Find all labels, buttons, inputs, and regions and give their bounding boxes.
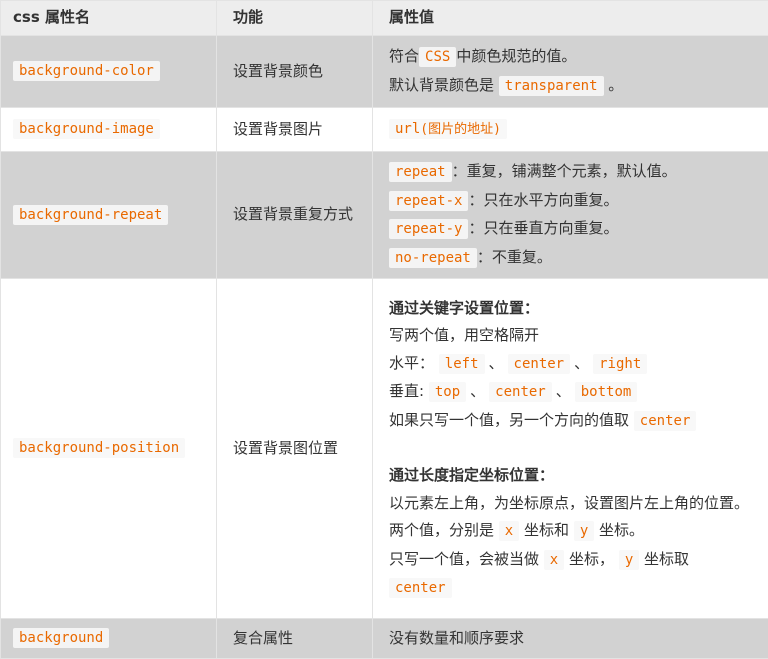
value-cell: 符合 CSS 中颜色规范的值。 默认背景颜色是 transparent 。 xyxy=(372,35,768,108)
property-name: background-image xyxy=(13,119,160,140)
repeat-option: repeat-x ：只在水平方向重复。 xyxy=(389,187,752,216)
value-cell: repeat ：重复，铺满整个元素，默认值。 repeat-x ：只在水平方向重复。… xyxy=(372,151,768,279)
transparent-code: transparent xyxy=(498,75,604,96)
table-row: background-repeat 设置背景重复方式 repeat ：重复，铺满整… xyxy=(0,151,768,279)
table-row: background 复合属性 没有数量和顺序要求 xyxy=(0,618,768,659)
property-name-cell: background xyxy=(0,618,217,659)
table-row: background-color 设置背景颜色 符合 CSS 中颜色规范的值。 默认… xyxy=(0,35,768,108)
function-cell: 设置背景重复方式 xyxy=(216,151,373,279)
table-header-row: css 属性名 功能 属性值 xyxy=(0,0,768,36)
value-cell: 通过关键字设置位置： 写两个值，用空格隔开 水平： left、 center、 ri… xyxy=(372,278,768,619)
function-cell: 设置背景图片 xyxy=(216,107,373,152)
css-code: CSS xyxy=(419,47,457,67)
table-row: background-image 设置背景图片 url(图片的地址) xyxy=(0,107,768,152)
keyword-section-title: 通过关键字设置位置： xyxy=(389,298,540,317)
property-name: background-position xyxy=(13,438,186,459)
header-property-name: css 属性名 xyxy=(0,0,217,36)
property-name: background-repeat xyxy=(13,204,169,225)
value-cell: url(图片的地址) xyxy=(372,107,768,152)
repeat-option: repeat ：重复，铺满整个元素，默认值。 xyxy=(389,158,752,187)
length-section-title: 通过长度指定坐标位置： xyxy=(389,466,555,484)
repeat-option: no-repeat ：不重复。 xyxy=(389,244,752,273)
css-background-properties-table: css 属性名 功能 属性值 background-color 设置背景颜色 符… xyxy=(0,0,768,659)
property-name: background-color xyxy=(13,61,160,82)
value-cell: 没有数量和顺序要求 xyxy=(372,618,768,659)
function-cell: 设置背景图位置 xyxy=(216,278,373,619)
property-name: background xyxy=(13,628,110,649)
repeat-option: repeat-y ：只在垂直方向重复。 xyxy=(389,215,752,244)
url-code: url(图片的地址) xyxy=(389,119,507,140)
function-cell: 复合属性 xyxy=(216,618,373,659)
property-name-cell: background-position xyxy=(0,278,217,619)
header-value: 属性值 xyxy=(372,0,768,36)
property-name-cell: background-color xyxy=(0,35,217,108)
header-function: 功能 xyxy=(216,0,373,36)
table-row: background-position 设置背景图位置 通过关键字设置位置： 写… xyxy=(0,278,768,619)
function-cell: 设置背景颜色 xyxy=(216,35,373,108)
property-name-cell: background-repeat xyxy=(0,151,217,279)
property-name-cell: background-image xyxy=(0,107,217,152)
